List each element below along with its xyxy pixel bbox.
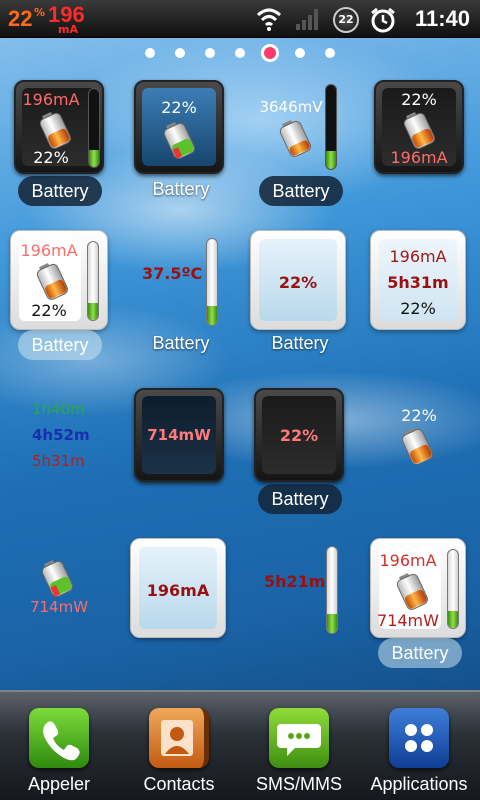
widget-label-r2c1: Battery	[18, 330, 102, 360]
page-dot-6[interactable]	[295, 48, 305, 58]
dock-bar: Appeler Contacts SMS/MMS Applications	[0, 690, 480, 800]
battery-widget-r3c4[interactable]: 22%	[374, 396, 464, 476]
battery-widget-r4c1[interactable]: 714mW	[14, 552, 108, 632]
widget-label-r4c4: Battery	[378, 638, 462, 668]
message-bubble-icon[interactable]	[269, 708, 329, 768]
battery-widget-r1c1[interactable]: 196mA 22%	[14, 80, 104, 174]
battery-level-bar	[206, 238, 218, 326]
widget-current: 196mA	[390, 148, 448, 167]
widget-percent: 22%	[401, 406, 437, 425]
battery-widget-r1c2[interactable]: 22%	[134, 80, 224, 174]
widget-label-r1c3: Battery	[259, 176, 343, 206]
widget-time-3: 5h31m	[32, 452, 85, 470]
app-grid-icon[interactable]	[389, 708, 449, 768]
battery-widget-r1c4[interactable]: 22% 196mA	[374, 80, 464, 174]
battery-widget-r3c3[interactable]: 22%	[254, 388, 344, 482]
phone-icon[interactable]	[29, 708, 89, 768]
widget-label-r2c3: Battery	[271, 333, 329, 353]
dock-label-messaging: SMS/MMS	[255, 774, 342, 794]
widget-label-r1c2: Battery	[152, 179, 210, 199]
battery-icon	[401, 428, 434, 465]
battery-icon	[163, 122, 196, 159]
widget-voltage: 3646mV	[259, 98, 323, 116]
dock-item-applications[interactable]: Applications	[364, 708, 474, 795]
contacts-icon[interactable]	[149, 708, 209, 768]
page-indicator[interactable]	[0, 44, 480, 62]
status-time: 11:40	[414, 6, 470, 31]
battery-widget-r2c3[interactable]: 22%	[250, 230, 346, 330]
widget-label-r2c2: Battery	[152, 333, 210, 353]
widget-time-left: 5h31m	[387, 273, 449, 292]
dock-item-contacts[interactable]: Contacts	[124, 708, 234, 795]
widget-current: 196mA	[389, 247, 447, 266]
status-battery-percent: 22	[8, 6, 33, 31]
battery-icon	[403, 112, 436, 149]
battery-icon	[396, 573, 429, 610]
battery-level-bar	[87, 241, 99, 321]
dock-label-contacts: Contacts	[143, 774, 215, 794]
battery-icon	[36, 263, 69, 300]
dock-item-phone[interactable]: Appeler	[4, 708, 114, 795]
battery-widget-r4c4[interactable]: 196mA 714mW	[370, 538, 466, 638]
widget-percent: 22%	[31, 301, 67, 320]
page-dot-7[interactable]	[325, 48, 335, 58]
battery-widget-r3c1[interactable]: 1h40m 4h52m 5h31m	[14, 392, 108, 482]
widget-power: 714mW	[147, 426, 211, 444]
dock-label-applications: Applications	[370, 774, 468, 794]
battery-level-bar	[325, 84, 337, 170]
page-dot-1[interactable]	[145, 48, 155, 58]
battery-icon	[279, 120, 312, 157]
battery-level-bar	[326, 546, 338, 634]
widget-power: 714mW	[377, 611, 439, 630]
battery-level-bar	[88, 88, 100, 168]
widget-power: 714mW	[29, 598, 89, 616]
widget-time-left: 5h21m	[264, 572, 326, 591]
page-dot-2[interactable]	[175, 48, 185, 58]
battery-widget-r4c3[interactable]: 5h21m	[254, 544, 348, 634]
widget-percent: 22%	[278, 273, 318, 292]
page-dot-4[interactable]	[235, 48, 245, 58]
notification-badge[interactable]: 22	[333, 7, 359, 33]
battery-widget-r1c3[interactable]: 3646mV	[256, 84, 346, 174]
widget-percent: 22%	[401, 90, 437, 109]
battery-widget-r2c1[interactable]: 196mA 22%	[10, 230, 108, 330]
widget-current: 196mA	[146, 581, 210, 600]
widget-current: 196mA	[22, 90, 80, 109]
signal-strength-icon	[296, 9, 318, 30]
battery-icon	[41, 560, 74, 597]
status-current-unit: mA	[58, 23, 78, 36]
status-percent-sign: %	[34, 6, 46, 19]
widget-current: 196mA	[379, 551, 437, 570]
widget-label-r1c1: Battery	[18, 176, 102, 206]
battery-widget-r3c2[interactable]: 714mW	[134, 388, 224, 482]
widget-percent: 22%	[161, 98, 197, 117]
widget-current: 196mA	[20, 241, 78, 260]
widget-time-2: 4h52m	[32, 426, 90, 444]
battery-widget-r4c2[interactable]: 196mA	[130, 538, 226, 638]
widget-label-r3c3: Battery	[258, 484, 342, 514]
page-dot-3[interactable]	[205, 48, 215, 58]
status-bar[interactable]: 22 % 196 mA 22 11:40	[0, 0, 480, 38]
battery-icon	[39, 112, 72, 149]
wifi-icon	[256, 8, 282, 31]
widget-percent: 22%	[279, 426, 319, 445]
widget-percent: 22%	[400, 299, 436, 318]
battery-widget-r2c4[interactable]: 196mA 5h31m 22%	[370, 230, 466, 330]
widget-temperature: 37.5ºC	[142, 264, 203, 283]
alarm-clock-icon	[371, 7, 395, 33]
battery-level-bar	[447, 549, 459, 629]
widget-percent: 22%	[33, 148, 69, 167]
dock-label-phone: Appeler	[27, 774, 91, 794]
page-dot-5-active[interactable]	[261, 44, 279, 62]
battery-widget-r2c2[interactable]: 37.5ºC	[134, 236, 228, 326]
widget-time-1: 1h40m	[32, 400, 85, 418]
dock-item-messaging[interactable]: SMS/MMS	[244, 708, 354, 795]
